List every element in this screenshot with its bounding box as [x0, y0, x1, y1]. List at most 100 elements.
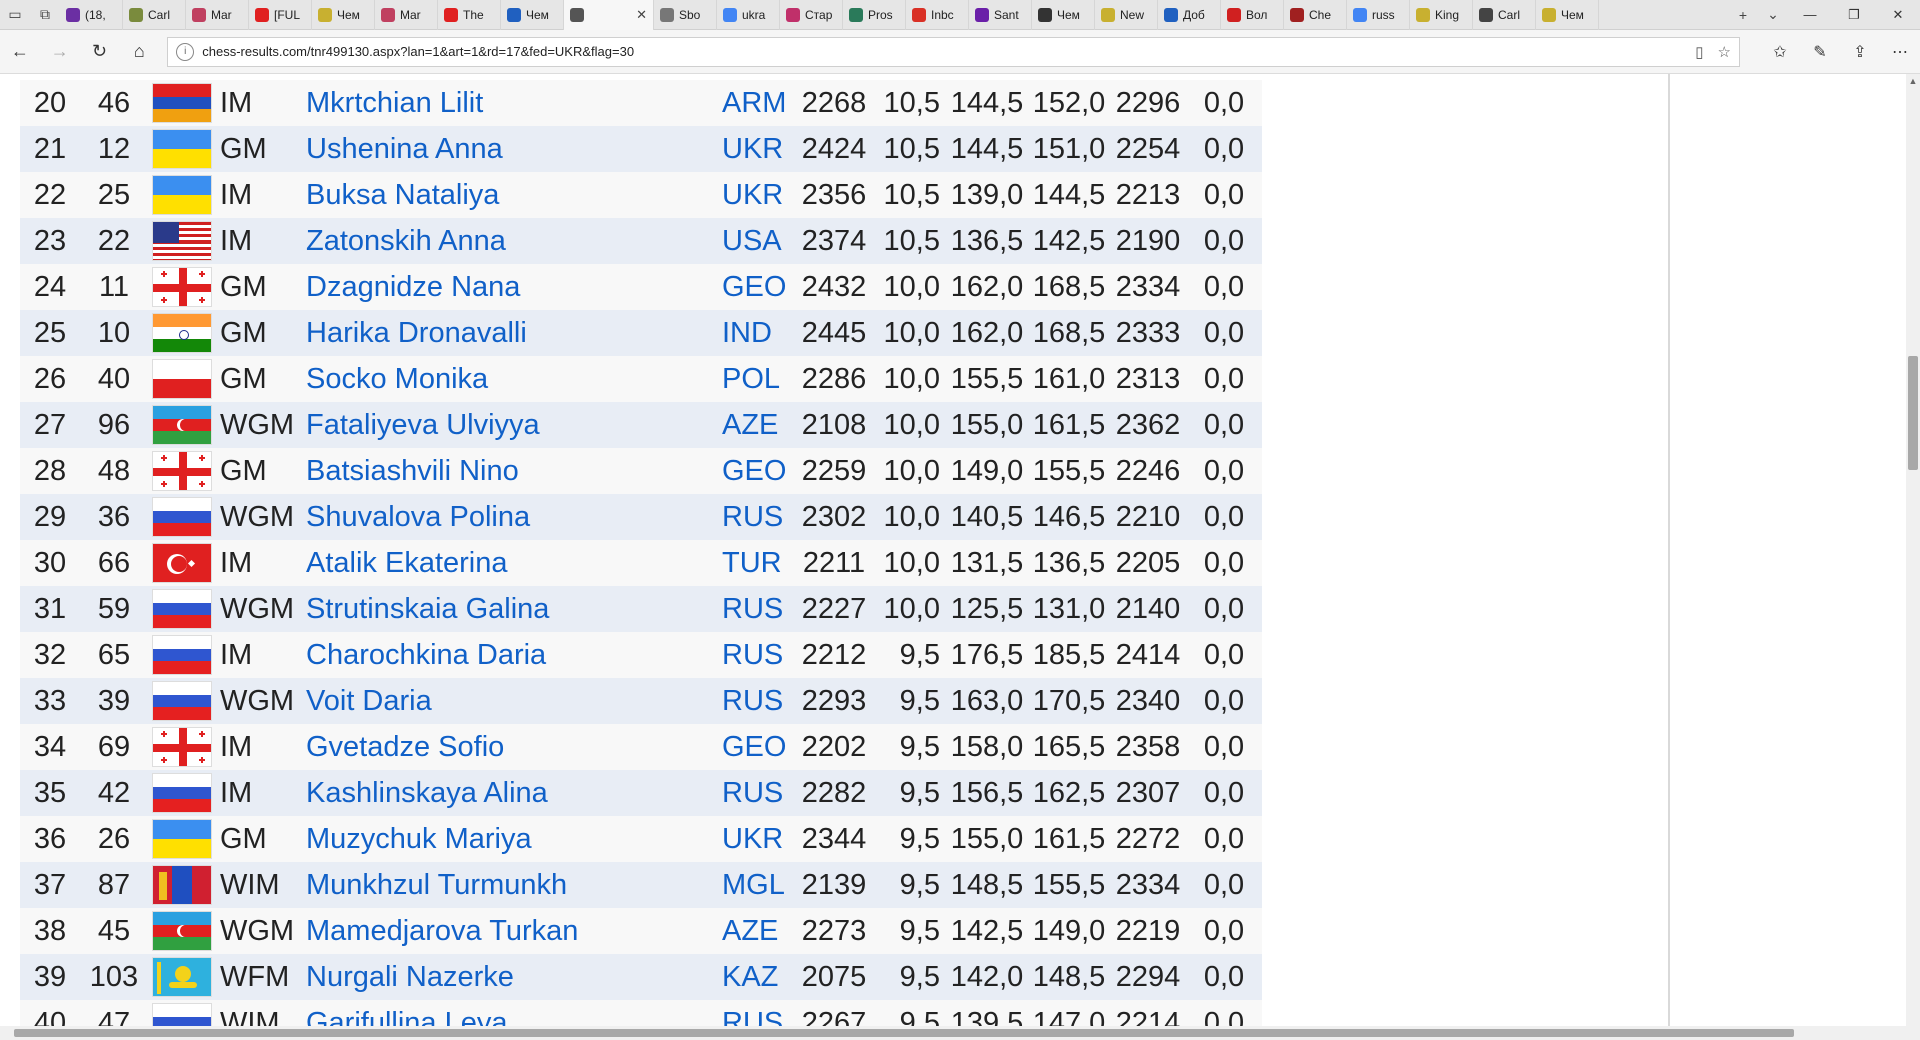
vertical-scrollbar[interactable]: ▲	[1906, 74, 1920, 1040]
player-link[interactable]: Muzychuk Mariya	[306, 823, 532, 855]
player-link[interactable]: Munkhzul Turmunkh	[306, 869, 567, 901]
vertical-scroll-thumb[interactable]	[1908, 356, 1918, 470]
tab[interactable]: Чем	[501, 0, 564, 30]
player-link[interactable]: Fataliyeva Ulviyya	[306, 409, 540, 441]
player-link[interactable]: Dzagnidze Nana	[306, 271, 520, 303]
restore-icon[interactable]: ❐	[1832, 0, 1876, 30]
points-cell: 10,0	[870, 540, 946, 586]
player-name-cell: Zatonskih Anna	[302, 218, 718, 264]
tab-active[interactable]: ✕	[564, 0, 654, 30]
close-tab-icon[interactable]: ✕	[632, 7, 647, 23]
tiebreak-3-cell: 2340	[1110, 678, 1186, 724]
tab[interactable]: Чем	[1536, 0, 1599, 30]
tiebreak-2-cell: 146,5	[1028, 494, 1110, 540]
player-link[interactable]: Ushenina Anna	[306, 133, 503, 165]
player-link[interactable]: Harika Dronavalli	[306, 317, 527, 349]
reading-view-icon[interactable]: ▯	[1695, 43, 1703, 61]
back-arrow-icon[interactable]: ←	[0, 32, 40, 72]
table-row: 29 36 WGM Shuvalova Polina RUS 2302 10,0 140,5 1…	[20, 494, 1262, 540]
player-link[interactable]: Mkrtchian Lilit	[306, 87, 483, 119]
rank-cell: 33	[20, 678, 80, 724]
tab[interactable]: russ	[1347, 0, 1410, 30]
tab[interactable]: Carl	[1473, 0, 1536, 30]
favicon-icon	[507, 7, 521, 22]
player-link[interactable]: Kashlinskaya Alina	[306, 777, 548, 809]
favicon-icon	[1542, 7, 1556, 22]
player-link[interactable]: Buksa Nataliya	[306, 179, 499, 211]
player-link[interactable]: Nurgali Nazerke	[306, 961, 514, 993]
tab[interactable]: Доб	[1158, 0, 1221, 30]
tab[interactable]: Mar	[375, 0, 438, 30]
tab[interactable]: Чем	[1032, 0, 1095, 30]
player-name-cell: Nurgali Nazerke	[302, 954, 718, 1000]
tiebreak-3-cell: 2334	[1110, 264, 1186, 310]
tab[interactable]: (18,	[60, 0, 123, 30]
player-link[interactable]: Charochkina Daria	[306, 639, 546, 671]
pen-icon[interactable]: ✎	[1800, 32, 1840, 72]
player-link[interactable]: Mamedjarova Turkan	[306, 915, 578, 947]
federation-code: GEO	[722, 454, 787, 487]
player-link[interactable]: Voit Daria	[306, 685, 432, 717]
more-icon[interactable]: ⋯	[1880, 32, 1920, 72]
tab[interactable]: [FUL	[249, 0, 312, 30]
tiebreak-3-cell: 2190	[1110, 218, 1186, 264]
points-cell: 9,5	[870, 954, 946, 1000]
horizontal-scroll-thumb[interactable]	[14, 1029, 1794, 1037]
tab[interactable]: ukra	[717, 0, 780, 30]
tabs-aside-icon[interactable]: ⧉	[30, 0, 60, 30]
close-window-icon[interactable]: ✕	[1876, 0, 1920, 30]
forward-arrow-icon[interactable]: →	[40, 32, 80, 72]
chevron-down-icon[interactable]: ⌄	[1758, 0, 1788, 30]
flag-cell	[148, 954, 216, 1000]
tab[interactable]: Che	[1284, 0, 1347, 30]
tab-overview-icon[interactable]: ▭	[0, 0, 30, 30]
horizontal-scrollbar[interactable]	[0, 1026, 1906, 1040]
points-cell: 10,0	[870, 586, 946, 632]
home-icon[interactable]: ⌂	[119, 32, 159, 72]
address-bar[interactable]: i chess-results.com/tnr499130.aspx?lan=1…	[167, 36, 1740, 67]
tab[interactable]: Sant	[969, 0, 1032, 30]
tab[interactable]: Вол	[1221, 0, 1284, 30]
tab[interactable]: Mar	[186, 0, 249, 30]
favicon-icon	[1101, 7, 1115, 22]
tab[interactable]: Sbo	[654, 0, 717, 30]
favorites-icon[interactable]: ✩	[1760, 32, 1800, 72]
tiebreak-2-cell: 148,5	[1028, 954, 1110, 1000]
favorite-star-icon[interactable]: ☆	[1718, 43, 1731, 61]
tab[interactable]: New	[1095, 0, 1158, 30]
refresh-icon[interactable]: ↻	[80, 32, 120, 72]
tab-label: Чем	[1057, 7, 1080, 22]
federation-code: RUS	[722, 638, 784, 671]
tab[interactable]: Carl	[123, 0, 186, 30]
title-cell: IM	[216, 770, 302, 816]
title-cell: IM	[216, 540, 302, 586]
player-link[interactable]: Gvetadze Sofio	[306, 731, 504, 763]
player-link[interactable]: Batsiashvili Nino	[306, 455, 519, 487]
favicon-icon	[66, 7, 80, 22]
tab[interactable]: Чем	[312, 0, 375, 30]
tab[interactable]: King	[1410, 0, 1473, 30]
title-cell: GM	[216, 126, 302, 172]
points-cell: 10,0	[870, 356, 946, 402]
title-cell: WGM	[216, 678, 302, 724]
address-url[interactable]: chess-results.com/tnr499130.aspx?lan=1&a…	[202, 44, 1681, 59]
title-cell: GM	[216, 356, 302, 402]
player-link[interactable]: Socko Monika	[306, 363, 488, 395]
favicon-icon	[192, 7, 206, 22]
minimize-icon[interactable]: —	[1788, 0, 1832, 30]
player-link[interactable]: Strutinskaia Galina	[306, 593, 549, 625]
tab[interactable]: Стар	[780, 0, 843, 30]
tab[interactable]: Inbc	[906, 0, 969, 30]
tiebreak-3-cell: 2362	[1110, 402, 1186, 448]
info-icon[interactable]: i	[176, 42, 195, 61]
new-tab-icon[interactable]: +	[1728, 0, 1758, 30]
tiebreak-4-cell: 0,0	[1186, 724, 1262, 770]
tab[interactable]: The	[438, 0, 501, 30]
tab[interactable]: Pros	[843, 0, 906, 30]
scroll-up-icon[interactable]: ▲	[1906, 74, 1920, 88]
player-link[interactable]: Atalik Ekaterina	[306, 547, 508, 579]
share-icon[interactable]: ⇪	[1840, 32, 1880, 72]
player-link[interactable]: Zatonskih Anna	[306, 225, 506, 257]
player-link[interactable]: Shuvalova Polina	[306, 501, 530, 533]
federation-code: RUS	[722, 592, 784, 625]
